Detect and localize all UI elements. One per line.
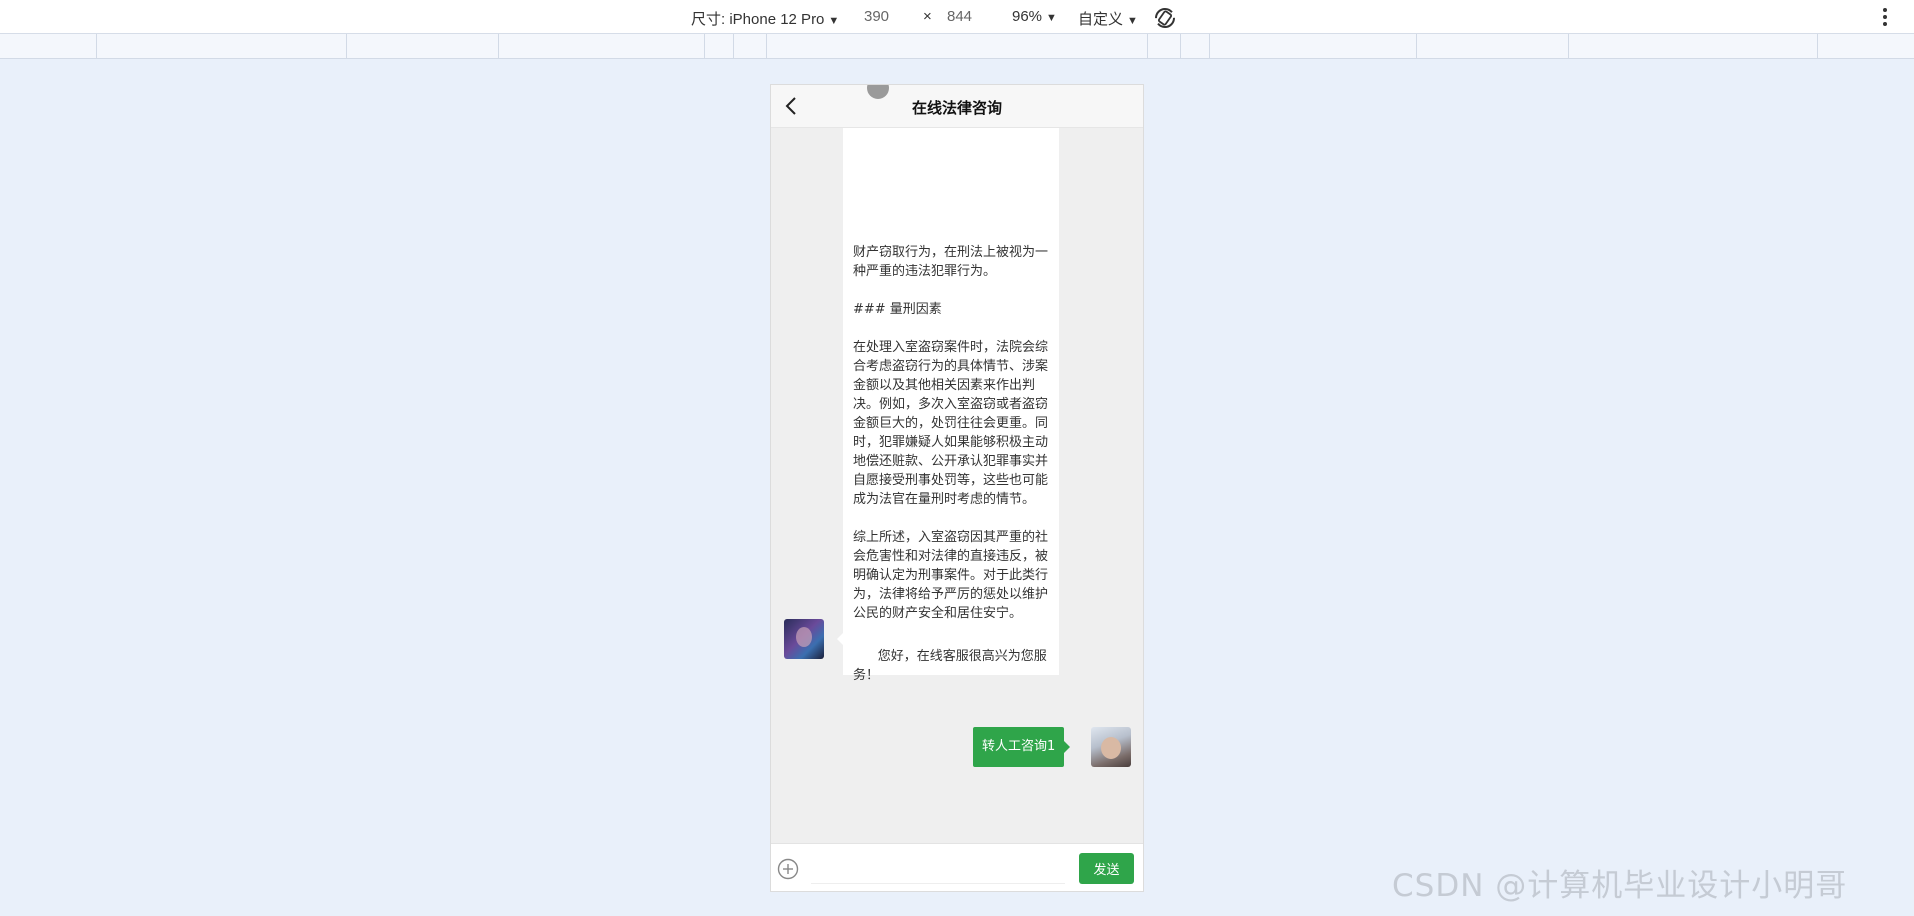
chat-header: 在线法律咨询 [771, 85, 1143, 128]
user-message-bubble: 转人工咨询1 [973, 727, 1071, 767]
bot-message-text: 财产窃取行为，在刑法上被视为一种严重的违法犯罪行为。 ### 量刑因素 在处理入… [853, 245, 1049, 621]
height-input[interactable]: 844 [947, 8, 972, 25]
chevron-down-icon: ▼ [1046, 12, 1057, 24]
user-avatar [1091, 727, 1131, 767]
device-label: 尺寸: iPhone 12 Pro [691, 11, 825, 28]
device-toolbar: 尺寸: iPhone 12 Pro ▼ 390 × 844 96% ▼ 自定义 ▼ [0, 0, 1914, 34]
chevron-down-icon: ▼ [1127, 15, 1138, 27]
chat-messages[interactable]: 财产窃取行为，在刑法上被视为一种严重的违法犯罪行为。 ### 量刑因素 在处理入… [771, 128, 1143, 828]
media-query-ruler[interactable] [0, 34, 1914, 59]
dimension-separator: × [923, 8, 932, 25]
throttle-select[interactable]: 自定义 ▼ [1078, 8, 1138, 29]
width-input[interactable]: 390 [864, 8, 889, 25]
bot-avatar [784, 619, 824, 659]
rotate-icon[interactable] [1152, 5, 1178, 31]
input-bar: 发送 [771, 843, 1143, 891]
bot-message-bubble: 财产窃取行为，在刑法上被视为一种严重的违法犯罪行为。 ### 量刑因素 在处理入… [843, 128, 1059, 629]
throttle-label: 自定义 [1078, 11, 1124, 28]
add-circle-icon[interactable] [777, 858, 799, 880]
zoom-label: 96% [1012, 8, 1043, 25]
phone-viewport: 在线法律咨询 财产窃取行为，在刑法上被视为一种严重的违法犯罪行为。 ### 量刑… [770, 84, 1144, 892]
watermark: CSDN @计算机毕业设计小明哥 [1392, 868, 1848, 904]
send-button[interactable]: 发送 [1079, 853, 1134, 884]
user-message-text: 转人工咨询1 [982, 739, 1056, 754]
message-input[interactable] [811, 854, 1065, 884]
greeting-message-bubble: 您好，在线客服很高兴为您服务！ [837, 619, 1059, 683]
zoom-select[interactable]: 96% ▼ [1012, 8, 1057, 25]
device-select[interactable]: 尺寸: iPhone 12 Pro ▼ [691, 8, 839, 29]
more-vert-icon[interactable] [1882, 8, 1888, 26]
chevron-down-icon: ▼ [828, 15, 840, 27]
page-title: 在线法律咨询 [911, 99, 1002, 117]
greeting-message-text: 您好，在线客服很高兴为您服务！ [853, 649, 1047, 683]
